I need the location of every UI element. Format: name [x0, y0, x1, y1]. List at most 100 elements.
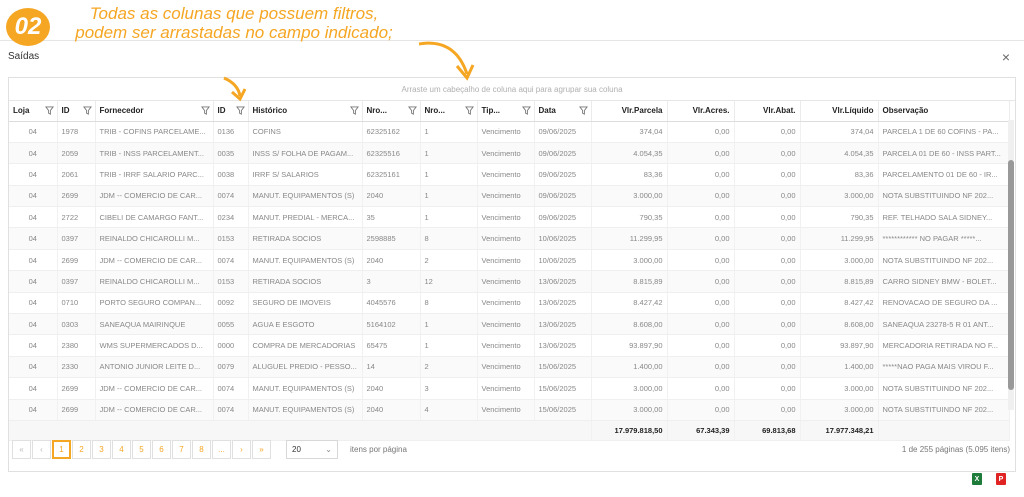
page-size-select[interactable]: 20 ⌄	[286, 439, 338, 459]
column-header-5[interactable]: Nro...	[362, 101, 421, 122]
table-cell: 0,00	[667, 292, 735, 315]
filter-icon[interactable]	[521, 106, 531, 115]
table-cell: 1.400,00	[591, 356, 668, 379]
table-cell: RENOVACAO DE SEGURO DA ...	[878, 292, 1010, 315]
chevron-down-icon: ⌄	[325, 444, 332, 454]
column-header-label: Vlr.Líquido	[832, 106, 874, 116]
table-row[interactable]: 04 2059 TRIB - INSS PARCELAMENT... 0035 INSS…	[9, 142, 1010, 165]
table-cell: Vencimento	[477, 185, 535, 208]
table-cell: MANUT. EQUIPAMENTOS (S)	[248, 399, 363, 421]
filter-icon[interactable]	[235, 106, 245, 115]
table-cell: 93.897,90	[800, 334, 879, 357]
table-cell: 04	[9, 292, 58, 315]
column-header-10[interactable]: Vlr.Acres.	[667, 101, 735, 122]
table-cell: 1	[420, 163, 478, 186]
filter-icon[interactable]	[578, 106, 588, 115]
page-button-5[interactable]: 5	[132, 439, 151, 459]
table-cell: 0035	[213, 142, 249, 165]
table-row[interactable]: 04 1978 TRIB - COFINS PARCELAME... 0136 COFI…	[9, 121, 1010, 143]
table-cell: 11.299,95	[591, 227, 668, 250]
header-row: Loja ID Fornecedor ID Histórico Nro... Nro... T…	[9, 101, 1010, 122]
page-button-3[interactable]: 3	[92, 439, 111, 459]
page-button-2[interactable]: 2	[72, 439, 91, 459]
page-button-7[interactable]: 7	[172, 439, 191, 459]
table-cell: 0,00	[667, 185, 735, 208]
column-header-3[interactable]: ID	[213, 101, 249, 122]
filter-icon[interactable]	[200, 106, 210, 115]
close-icon[interactable]: ×	[1002, 49, 1010, 65]
table-cell: 0,00	[734, 185, 801, 208]
table-row[interactable]: 04 2699 JDM -- COMERCIO DE CAR... 0074 MANUT…	[9, 249, 1010, 272]
column-header-1[interactable]: ID	[57, 101, 96, 122]
filter-icon[interactable]	[82, 106, 92, 115]
page-button-1[interactable]: 1	[52, 439, 71, 459]
table-row[interactable]: 04 0303 SANEAQUA MAIRINQUE 0055 AGUA E ESGOT…	[9, 313, 1010, 336]
page-ellipsis-button[interactable]: ...	[212, 439, 231, 459]
table-cell: 04	[9, 270, 58, 293]
column-header-0[interactable]: Loja	[9, 101, 58, 122]
table-cell: 0,00	[734, 356, 801, 379]
table-cell: 62325161	[362, 163, 421, 186]
table-cell: 13/06/2025	[534, 313, 592, 336]
column-header-7[interactable]: Tip...	[477, 101, 535, 122]
table-cell: 0,00	[667, 356, 735, 379]
page-button-6[interactable]: 6	[152, 439, 171, 459]
page-button-4[interactable]: 4	[112, 439, 131, 459]
table-cell: 3.000,00	[591, 185, 668, 208]
table-cell: 2059	[57, 142, 96, 165]
page-button-8[interactable]: 8	[192, 439, 211, 459]
table-cell: 0,00	[734, 399, 801, 421]
table-cell: IRRF S/ SALARIOS	[248, 163, 363, 186]
table-cell: 09/06/2025	[534, 185, 592, 208]
table-cell: 3.000,00	[800, 377, 879, 400]
column-header-11[interactable]: Vlr.Abat.	[734, 101, 801, 122]
group-panel[interactable]: Arraste um cabeçalho de coluna aqui para…	[9, 78, 1015, 101]
table-cell: 0,00	[734, 249, 801, 272]
filter-icon[interactable]	[407, 106, 417, 115]
scroll-thumb[interactable]	[1008, 160, 1014, 390]
prev-page-button[interactable]: ‹	[32, 439, 51, 459]
table-cell: 790,35	[591, 206, 668, 229]
dialog-title: Saídas	[8, 51, 40, 62]
table-cell: 0074	[213, 185, 249, 208]
page-info: 1 de 255 páginas (5.095 itens)	[901, 445, 1010, 454]
table-row[interactable]: 04 2699 JDM -- COMERCIO DE CAR... 0074 MANUT…	[9, 377, 1010, 400]
excel-export-icon[interactable]: X	[972, 473, 982, 485]
column-header-4[interactable]: Histórico	[248, 101, 363, 122]
table-cell: 2722	[57, 206, 96, 229]
table-row[interactable]: 04 0710 PORTO SEGURO COMPAN... 0092 SEGURO D…	[9, 292, 1010, 315]
table-cell: 8.608,00	[800, 313, 879, 336]
last-page-button[interactable]: »	[252, 439, 271, 459]
table-row[interactable]: 04 2330 ANTONIO JUNIOR LEITE D... 0079 ALUGU…	[9, 356, 1010, 379]
column-header-6[interactable]: Nro...	[420, 101, 478, 122]
filter-icon[interactable]	[44, 106, 54, 115]
column-header-13[interactable]: Observação	[878, 101, 1010, 122]
table-row[interactable]: 04 0397 REINALDO CHICAROLLI M... 0153 RETIRA…	[9, 270, 1010, 293]
table-cell: 0153	[213, 227, 249, 250]
table-cell: PARCELAMENTO 01 DE 60 - IR...	[878, 163, 1010, 186]
pdf-export-icon[interactable]: P	[996, 473, 1006, 485]
table-row[interactable]: 04 2722 CIBELI DE CAMARGO FANT... 0234 MANUT…	[9, 206, 1010, 229]
vertical-scrollbar[interactable]	[1008, 120, 1014, 410]
next-page-button[interactable]: ›	[232, 439, 251, 459]
table-cell: 0,00	[734, 334, 801, 357]
table-cell: 0,00	[734, 227, 801, 250]
table-cell: 13/06/2025	[534, 292, 592, 315]
table-cell: 790,35	[800, 206, 879, 229]
column-header-label: Tip...	[481, 106, 501, 116]
column-header-12[interactable]: Vlr.Líquido	[800, 101, 879, 122]
table-cell: TRIB - IRRF SALARIO PARC...	[95, 163, 214, 186]
table-row[interactable]: 04 2061 TRIB - IRRF SALARIO PARC... 0038 IRR…	[9, 163, 1010, 186]
table-row[interactable]: 04 2699 JDM -- COMERCIO DE CAR... 0074 MANUT…	[9, 185, 1010, 208]
column-header-9[interactable]: Vlr.Parcela	[591, 101, 668, 122]
column-header-2[interactable]: Fornecedor	[95, 101, 214, 122]
column-header-8[interactable]: Data	[534, 101, 592, 122]
table-cell: REF. TELHADO SALA SIDNEY...	[878, 206, 1010, 229]
filter-icon[interactable]	[464, 106, 474, 115]
table-cell: NOTA SUBSTITUINDO NF 202...	[878, 185, 1010, 208]
table-row[interactable]: 04 2699 JDM -- COMERCIO DE CAR... 0074 MANUT…	[9, 399, 1010, 421]
first-page-button[interactable]: «	[12, 439, 31, 459]
table-row[interactable]: 04 0397 REINALDO CHICAROLLI M... 0153 RETIRA…	[9, 227, 1010, 250]
filter-icon[interactable]	[349, 106, 359, 115]
table-row[interactable]: 04 2380 WMS SUPERMERCADOS D... 0000 COMPRA D…	[9, 334, 1010, 357]
